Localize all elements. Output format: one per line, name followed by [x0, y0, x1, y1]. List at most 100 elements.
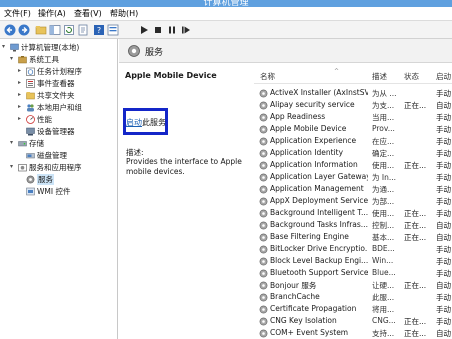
service-name: Certificate Propagation [270, 304, 357, 313]
start-service-suffix: 此服务 [142, 118, 166, 127]
service-name: Application Information [270, 160, 358, 169]
service-gear-icon [259, 221, 268, 230]
service-startup-type: 自动 [436, 233, 451, 242]
service-name: Alipay security service [270, 100, 355, 109]
tree-expand-arrow[interactable]: ▸ [18, 91, 25, 98]
users-icon [26, 103, 35, 112]
service-startup-type: 手动 [436, 257, 451, 266]
service-startup-type: 手动 [436, 197, 451, 206]
tree-expand-arrow[interactable]: ▸ [18, 103, 25, 110]
table-row[interactable]: App Readiness 当用... 手动 [254, 111, 452, 123]
up-folder-icon[interactable] [35, 24, 47, 36]
table-row[interactable]: COM+ Event System 支持... 正在... 自动 [254, 327, 452, 339]
service-startup-type: 手动 [436, 173, 451, 182]
table-row[interactable]: CNG Key Isolation CNG... 正在... 手动 [254, 315, 452, 327]
tree-label: 事件查看器 [37, 79, 75, 88]
tools-icon [18, 55, 27, 64]
table-row[interactable]: Application Layer Gateway... 为 In... 手动 [254, 171, 452, 183]
service-gear-icon [259, 245, 268, 254]
refresh-icon[interactable] [63, 24, 75, 36]
disk-management-icon [26, 151, 35, 160]
service-gear-icon [259, 317, 268, 326]
tree-label: 系统工具 [29, 55, 59, 64]
table-row[interactable]: BitLocker Drive Encryptio... BDE... 手动 [254, 243, 452, 255]
table-row[interactable]: Certificate Propagation 将用... 手动 [254, 303, 452, 315]
tree-label: 计算机管理(本地) [21, 43, 80, 52]
table-row[interactable]: Bluetooth Support Service Blue... 手动 [254, 267, 452, 279]
service-description: 当用... [372, 113, 395, 122]
column-header-startup[interactable]: 启动 [436, 71, 451, 82]
service-name: Bluetooth Support Service [270, 268, 368, 277]
table-row[interactable]: Application Management 为通... 手动 [254, 183, 452, 195]
export-icon[interactable] [77, 24, 89, 36]
column-header-status[interactable]: 状态 [404, 71, 419, 82]
service-startup-type: 手动 [436, 113, 451, 122]
service-description: 为通... [372, 185, 395, 194]
menu-action[interactable]: 操作(A) [38, 8, 66, 19]
play-icon[interactable] [138, 24, 150, 36]
service-gear-icon [259, 173, 268, 182]
tree-expand-arrow[interactable]: ▾ [10, 139, 17, 146]
description-text: Provides the interface to Apple mobile d… [126, 157, 242, 176]
forward-arrow-icon[interactable] [18, 24, 30, 36]
service-status: 正在... [404, 281, 427, 290]
menu-file[interactable]: 文件(F) [4, 8, 31, 19]
tree-expand-arrow[interactable]: ▸ [18, 115, 25, 122]
tree-expand-arrow[interactable]: ▾ [2, 43, 9, 50]
service-startup-type: 手动 [436, 149, 451, 158]
menu-help[interactable]: 帮助(H) [110, 8, 138, 19]
column-header-name[interactable]: 名称 [260, 71, 275, 82]
service-startup-type: 自动 [436, 281, 451, 290]
restart-icon[interactable] [180, 24, 192, 36]
service-description: BDE... [372, 244, 395, 253]
start-service-row: 启动此服务 [126, 117, 166, 128]
table-row[interactable]: BranchCache 此服... 手动 [254, 291, 452, 303]
service-description: 让硬... [372, 281, 395, 290]
computer-management-icon [10, 43, 19, 52]
service-status: 正在... [404, 317, 427, 326]
tree-label: 设备管理器 [37, 127, 75, 136]
tree-expand-arrow[interactable]: ▾ [10, 55, 17, 62]
service-startup-type: 手动 [436, 161, 451, 170]
table-row[interactable]: Background Intelligent T... 使用... 正在... 手动 [254, 207, 452, 219]
service-startup-type: 手动 [436, 305, 451, 314]
table-row[interactable]: Application Experience 在应... 手动 [254, 135, 452, 147]
menu-view[interactable]: 查看(V) [74, 8, 102, 19]
stop-icon[interactable] [152, 24, 164, 36]
table-row[interactable]: AppX Deployment Service... 为部... 手动 [254, 195, 452, 207]
tree-expand-arrow[interactable]: ▸ [18, 67, 25, 74]
table-row[interactable]: Bonjour 服务 让硬... 正在... 自动 [254, 279, 452, 291]
service-description: Win... [372, 256, 394, 265]
tree-expand-arrow[interactable]: ▸ [18, 79, 25, 86]
table-row[interactable]: Block Level Backup Engi... Win... 手动 [254, 255, 452, 267]
shared-folder-icon [26, 91, 35, 100]
menu-bar: 文件(F) 操作(A) 查看(V) 帮助(H) [0, 7, 452, 21]
column-header-description[interactable]: 描述 [372, 71, 387, 82]
task-scheduler-icon [26, 67, 35, 76]
service-name: Background Intelligent T... [270, 208, 368, 217]
service-name: Application Experience [270, 136, 357, 145]
tree-label: 存储 [29, 139, 44, 148]
service-name: Application Management [270, 184, 364, 193]
table-row[interactable]: Apple Mobile Device Prov... 手动 [254, 123, 452, 135]
table-row[interactable]: Application Identity 确定... 手动 [254, 147, 452, 159]
storage-icon [18, 139, 27, 148]
show-hide-tree-icon[interactable] [49, 24, 61, 36]
table-row[interactable]: Alipay security service 为支... 正在... 自动 [254, 99, 452, 111]
service-description: 使用... [372, 209, 395, 218]
properties-icon[interactable] [107, 24, 119, 36]
service-gear-icon [259, 149, 268, 158]
table-row[interactable]: Application Information 使用... 正在... 手动 [254, 159, 452, 171]
service-description: 为 In... [372, 173, 397, 182]
table-row[interactable]: Background Tasks Infras... 控制... 正在... 自动 [254, 219, 452, 231]
pause-icon[interactable] [166, 24, 178, 36]
start-service-link[interactable]: 启动 [126, 118, 142, 127]
table-row[interactable]: ActiveX Installer (AxInstSV) 为从 ... 手动 [254, 87, 452, 99]
service-description: 基本... [372, 233, 395, 242]
table-row[interactable]: Base Filtering Engine 基本... 正在... 自动 [254, 231, 452, 243]
service-name: Application Identity [270, 148, 344, 157]
help-icon[interactable]: ? [93, 24, 105, 36]
services-list: ^ 名称 描述 状态 启动 ActiveX Installer (AxInstS… [254, 63, 452, 339]
tree-expand-arrow[interactable]: ▾ [10, 163, 17, 170]
back-arrow-icon[interactable] [4, 24, 16, 36]
